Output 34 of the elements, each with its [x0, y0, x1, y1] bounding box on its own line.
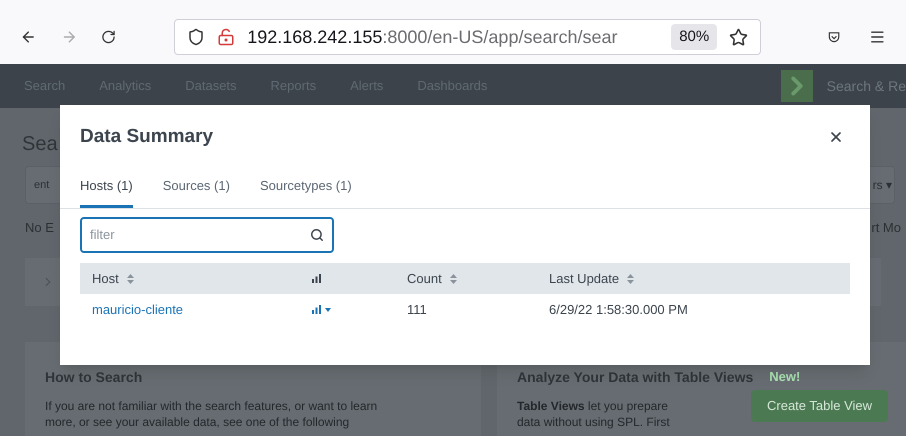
last-update-cell: 6/29/22 1:58:30.000 PM — [549, 302, 688, 317]
column-header[interactable]: Count — [407, 268, 457, 288]
new-label: New! — [769, 368, 800, 386]
panel-title: Analyze Your Data with Table Views — [517, 368, 754, 387]
bar-chart-icon — [312, 305, 321, 314]
dialog-tab[interactable]: Hosts (1) — [80, 176, 133, 208]
bookmark-star-icon[interactable] — [729, 28, 748, 46]
caret-icon[interactable] — [325, 308, 331, 312]
column-header[interactable]: Last Update — [549, 268, 634, 288]
panel-title: How to Search — [45, 368, 144, 386]
dialog-title: Data Summary — [80, 125, 214, 149]
count-cell: 111 — [407, 302, 427, 317]
address-bar[interactable]: 192.168.242.155:8000/en-US/app/search/sear 80% — [174, 19, 762, 55]
panel-text: If you are not familiar with the search features, or want to learn more, or see your available data, see one of the following — [45, 398, 378, 430]
dialog-tab[interactable]: Sourcetypes (1) — [260, 176, 352, 208]
filter-field[interactable]: filter — [80, 217, 334, 253]
bar-chart-icon — [312, 274, 321, 283]
filter-input[interactable]: filter — [90, 225, 310, 245]
mode-text: rt Mo — [871, 219, 901, 237]
column-header[interactable]: Host — [92, 268, 134, 288]
dialog-tab[interactable]: Sources (1) — [162, 176, 230, 208]
app-logo-icon — [780, 70, 813, 102]
status-text: No E — [25, 219, 54, 237]
create-table-view-button[interactable]: Create Table View — [751, 390, 888, 422]
reload-icon[interactable] — [101, 28, 116, 46]
url-text[interactable]: 192.168.242.155:8000/en-US/app/search/sear — [247, 24, 668, 50]
search-placeholder: ent — [34, 178, 50, 193]
host-link[interactable]: mauricio-cliente — [92, 302, 184, 317]
column-header[interactable] — [312, 274, 321, 283]
panel-text: Table Views let you prepare data without using SPL. First — [517, 398, 671, 430]
shield-icon[interactable] — [187, 28, 206, 46]
insecure-lock-icon[interactable] — [217, 28, 236, 46]
zoom-badge[interactable]: 80% — [671, 24, 718, 50]
search-icon[interactable] — [310, 228, 324, 242]
